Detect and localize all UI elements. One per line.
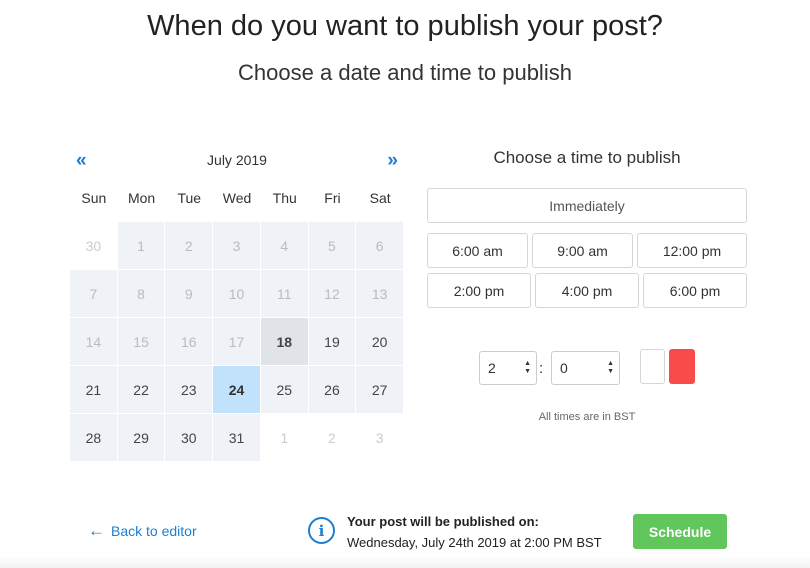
minute-stepper[interactable]: 0 ▲ ▼ [551,351,620,385]
calendar-day-past: 7 [70,270,117,317]
page-subtitle: Choose a date and time to publish [238,60,572,85]
calendar-week: 21 22 23 24 25 26 27 [70,366,404,414]
calendar-grid: 30 1 2 3 4 5 6 7 8 9 10 11 12 13 14 15 1… [70,222,404,462]
calendar-day[interactable]: 25 [260,366,308,413]
calendar-week: 14 15 16 17 18 19 20 [70,318,404,366]
calendar-day-past: 14 [70,318,117,365]
weekday-label: Tue [177,190,202,206]
page-title: When do you want to publish your post? [147,10,663,42]
calendar-day-past: 17 [213,318,260,365]
am-toggle[interactable] [640,349,665,384]
publish-date: Wednesday, July 24th 2019 at 2:00 PM BST [347,535,602,550]
calendar-day-past: 8 [117,270,165,317]
calendar-day-past: 9 [165,270,213,317]
calendar-day-past: 16 [165,318,213,365]
calendar-day-past: 1 [117,222,165,269]
calendar-day[interactable]: 20 [356,318,404,365]
publish-label: Your post will be published on: [347,514,539,529]
month-label: July 2019 [207,152,267,168]
calendar-day-past: 4 [260,222,308,269]
weekday-label: Fri [324,190,341,206]
calendar-day-past: 5 [308,222,356,269]
calendar-day[interactable]: 31 [213,414,260,461]
info-icon: i [308,517,335,544]
weekday-header: Sun Mon Tue Wed Thu Fri Sat [70,190,404,206]
calendar-day[interactable]: 27 [356,366,404,413]
weekday-label: Sat [369,190,391,206]
calendar-day-past: 3 [213,222,260,269]
weekday-label: Sun [81,190,107,206]
calendar-day-today[interactable]: 18 [260,318,308,365]
calendar-day-past: 2 [165,222,213,269]
timezone-note: All times are in BST [538,411,636,423]
calendar-day-past: 6 [356,222,404,269]
time-preset-button[interactable]: 4:00 pm [535,273,639,308]
stepper-arrows-icon[interactable]: ▲ ▼ [524,360,531,376]
weekday-label: Wed [222,190,252,206]
calendar-day-past: 15 [117,318,165,365]
time-picker-title: Choose a time to publish [493,148,681,167]
time-preset-button[interactable]: 6:00 pm [643,273,747,308]
calendar-day-outside: 1 [260,414,308,461]
time-separator: : [539,360,544,377]
time-preset-button[interactable]: 6:00 am [427,233,528,268]
calendar-day[interactable]: 19 [308,318,356,365]
calendar-day-outside: 2 [308,414,356,461]
pm-toggle[interactable] [669,349,695,384]
calendar-day[interactable]: 30 [165,414,213,461]
time-preset-button[interactable]: 2:00 pm [427,273,531,308]
hour-stepper[interactable]: 2 ▲ ▼ [479,351,537,385]
arrow-left-icon: ← [88,521,105,540]
calendar-day[interactable]: 28 [70,414,117,461]
stepper-arrows-icon[interactable]: ▲ ▼ [607,360,614,376]
calendar-day-outside: 3 [356,414,404,461]
calendar-day[interactable]: 22 [117,366,165,413]
hour-value: 2 [488,360,496,376]
time-preset-button[interactable]: 12:00 pm [637,233,747,268]
calendar-day-past: 13 [356,270,404,317]
calendar-day[interactable]: 29 [117,414,165,461]
schedule-button[interactable]: Schedule [633,514,727,549]
minute-value: 0 [560,360,568,376]
calendar-day-past: 12 [308,270,356,317]
calendar-day-selected[interactable]: 24 [213,366,260,413]
calendar-week: 30 1 2 3 4 5 6 [70,222,404,270]
calendar-week: 7 8 9 10 11 12 13 [70,270,404,318]
calendar-day-outside: 30 [70,222,117,269]
time-preset-button[interactable]: 9:00 am [532,233,633,268]
back-label: Back to editor [111,523,197,539]
calendar-day[interactable]: 21 [70,366,117,413]
footer-shadow [0,556,810,568]
calendar-day[interactable]: 26 [308,366,356,413]
next-month-icon[interactable]: » [387,150,398,172]
calendar-day-past: 10 [213,270,260,317]
immediately-button[interactable]: Immediately [427,188,747,223]
weekday-label: Thu [272,190,297,206]
calendar-day-past: 11 [260,270,308,317]
calendar-week: 28 29 30 31 1 2 3 [70,414,404,462]
weekday-label: Mon [127,190,156,206]
calendar-day[interactable]: 23 [165,366,213,413]
back-to-editor-link[interactable]: ← Back to editor [88,521,197,541]
calendar-header: « July 2019 » [70,150,404,172]
